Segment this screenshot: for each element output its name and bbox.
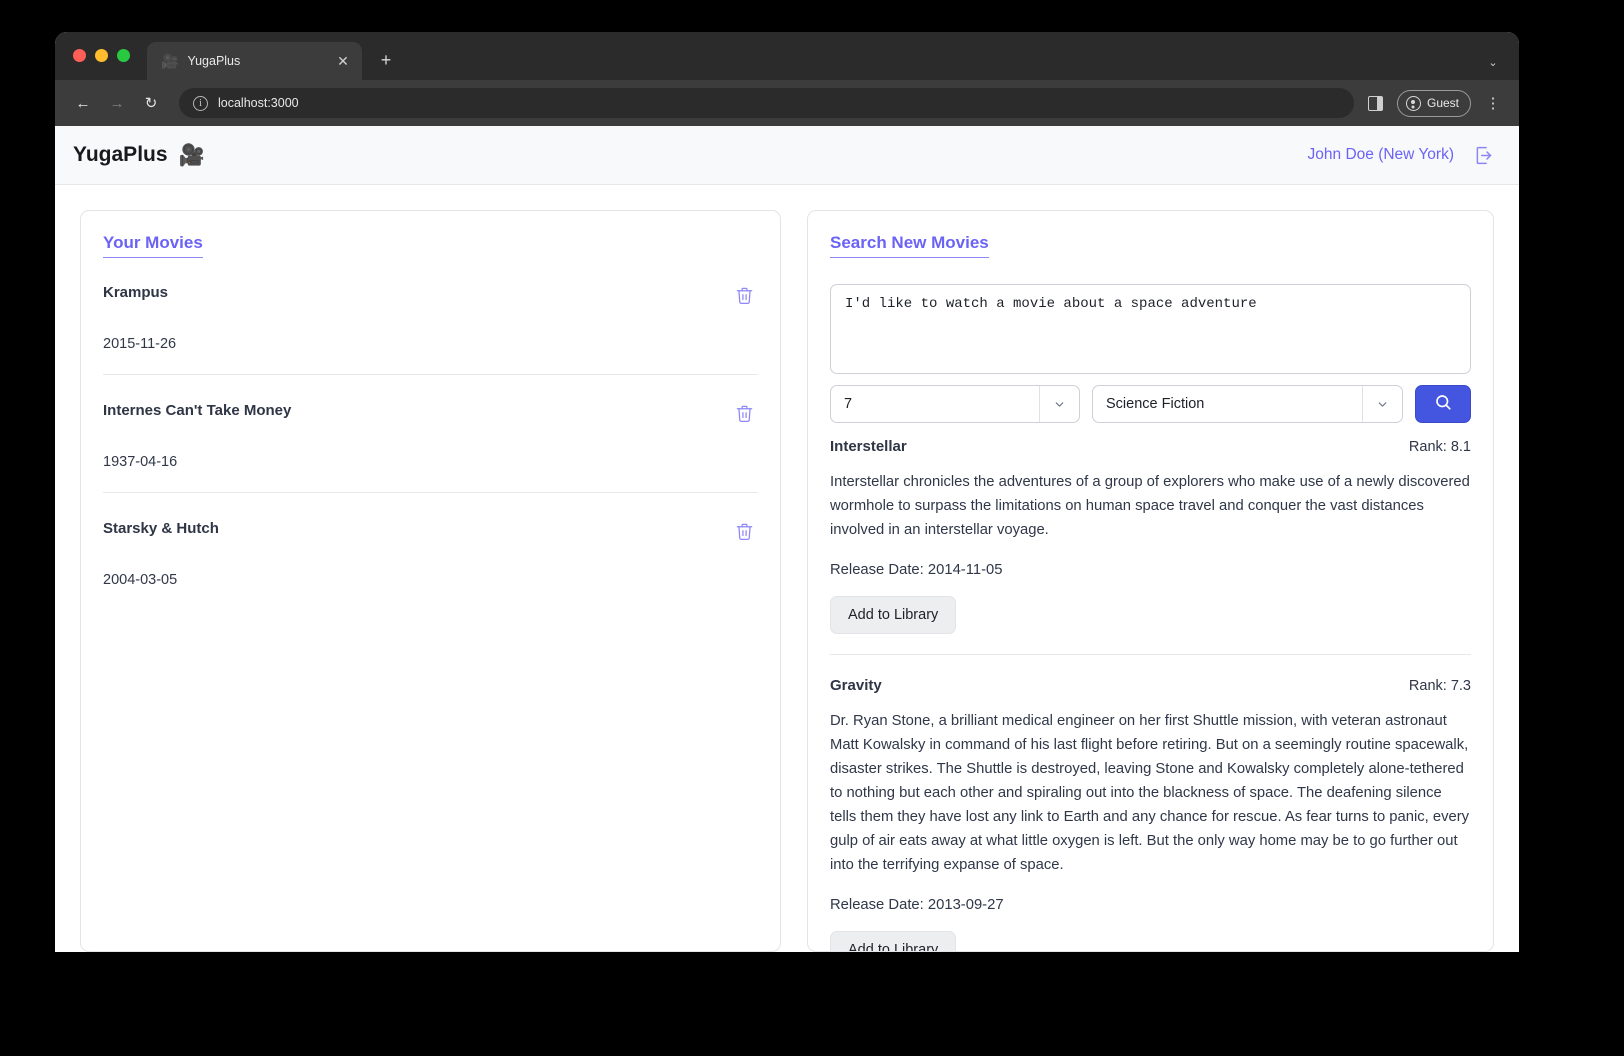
add-to-library-button[interactable]: Add to Library [830, 931, 956, 952]
profile-button[interactable]: Guest [1397, 90, 1471, 117]
movie-title: Starsky & Hutch [103, 520, 219, 537]
result-title: Interstellar [830, 438, 907, 455]
header-actions: John Doe (New York) [1308, 145, 1494, 166]
trash-icon[interactable] [731, 402, 758, 425]
chevron-down-icon[interactable] [1362, 386, 1402, 422]
tab-strip: 🎥 YugaPlus ✕ + ⌄ [55, 32, 1519, 80]
movie-header: Starsky & Hutch [103, 520, 758, 543]
forward-icon[interactable]: → [103, 89, 131, 117]
close-tab-button[interactable]: ✕ [334, 52, 352, 70]
result-title: Gravity [830, 677, 882, 694]
movie-header: Krampus [103, 284, 758, 307]
browser-tab[interactable]: 🎥 YugaPlus ✕ [147, 42, 362, 80]
movie-title: Internes Can't Take Money [103, 402, 291, 419]
tab-list-icon[interactable]: ⌄ [1481, 50, 1505, 74]
browser-window: 🎥 YugaPlus ✕ + ⌄ ← → ↻ i localhost:3000 … [55, 32, 1519, 952]
movie-header: Internes Can't Take Money [103, 402, 758, 425]
result-rank: Rank: 7.3 [1409, 678, 1471, 694]
trash-icon[interactable] [731, 520, 758, 543]
user-profile-link[interactable]: John Doe (New York) [1308, 146, 1454, 164]
maximize-window-button[interactable] [117, 49, 130, 62]
reload-icon[interactable]: ↻ [137, 89, 165, 117]
result-header: Gravity Rank: 7.3 [830, 677, 1471, 694]
your-movies-panel: Your Movies Krampus [80, 210, 781, 952]
back-icon[interactable]: ← [69, 89, 97, 117]
url-text: localhost:3000 [218, 96, 299, 110]
search-controls: 7 Science Fiction [830, 385, 1471, 423]
result-count-select[interactable]: 7 [830, 385, 1080, 423]
account-icon [1406, 96, 1421, 111]
movie-camera-icon: 🎥 [161, 54, 178, 68]
site-info-icon[interactable]: i [193, 96, 208, 111]
list-item: Krampus 2015-11-26 [103, 284, 758, 374]
search-results: Interstellar Rank: 8.1 Interstellar chro… [830, 423, 1471, 952]
result-count-value: 7 [844, 396, 852, 412]
your-movies-list: Krampus 2015-11-26 [103, 284, 758, 610]
main-columns: Your Movies Krampus [55, 185, 1519, 952]
brand[interactable]: YugaPlus 🎥 [73, 143, 205, 167]
chevron-down-icon[interactable] [1039, 386, 1079, 422]
search-button[interactable] [1415, 385, 1471, 423]
genre-value: Science Fiction [1106, 396, 1204, 412]
logout-icon[interactable] [1473, 145, 1494, 166]
search-input[interactable] [830, 284, 1471, 374]
side-panel-icon[interactable] [1368, 96, 1383, 111]
result-release-date: Release Date: 2013-09-27 [830, 897, 1471, 913]
address-bar[interactable]: i localhost:3000 [179, 88, 1354, 118]
result-release-date: Release Date: 2014-11-05 [830, 562, 1471, 578]
close-window-button[interactable] [73, 49, 86, 62]
genre-select[interactable]: Science Fiction [1092, 385, 1403, 423]
movie-date: 2004-03-05 [103, 572, 758, 588]
profile-label: Guest [1427, 96, 1459, 110]
browser-menu-icon[interactable]: ⋮ [1481, 89, 1505, 117]
your-movies-title[interactable]: Your Movies [103, 233, 203, 258]
result-overview: Interstellar chronicles the adventures o… [830, 471, 1471, 543]
search-icon [1434, 393, 1452, 416]
result-header: Interstellar Rank: 8.1 [830, 438, 1471, 455]
add-to-library-button[interactable]: Add to Library [830, 596, 956, 634]
minimize-window-button[interactable] [95, 49, 108, 62]
result-overview: Dr. Ryan Stone, a brilliant medical engi… [830, 710, 1471, 878]
page-content: YugaPlus 🎥 John Doe (New York) Your Movi… [55, 126, 1519, 952]
browser-toolbar: ← → ↻ i localhost:3000 Guest ⋮ [55, 80, 1519, 126]
app-header: YugaPlus 🎥 John Doe (New York) [55, 126, 1519, 185]
movie-camera-icon: 🎥 [179, 145, 205, 166]
brand-name: YugaPlus [73, 143, 168, 167]
trash-icon[interactable] [731, 284, 758, 307]
movie-title: Krampus [103, 284, 168, 301]
new-tab-button[interactable]: + [372, 45, 400, 75]
movie-date: 2015-11-26 [103, 336, 758, 352]
list-item: Starsky & Hutch 2004-03-05 [103, 492, 758, 610]
tab-title: YugaPlus [187, 54, 325, 68]
search-panel: Search New Movies 7 Science Fiction [807, 210, 1494, 952]
search-title[interactable]: Search New Movies [830, 233, 989, 258]
list-item: Gravity Rank: 7.3 Dr. Ryan Stone, a bril… [830, 654, 1471, 952]
list-item: Interstellar Rank: 8.1 Interstellar chro… [830, 423, 1471, 654]
movie-date: 1937-04-16 [103, 454, 758, 470]
list-item: Internes Can't Take Money 1937-04-1 [103, 374, 758, 492]
result-rank: Rank: 8.1 [1409, 439, 1471, 455]
window-controls [73, 49, 130, 62]
